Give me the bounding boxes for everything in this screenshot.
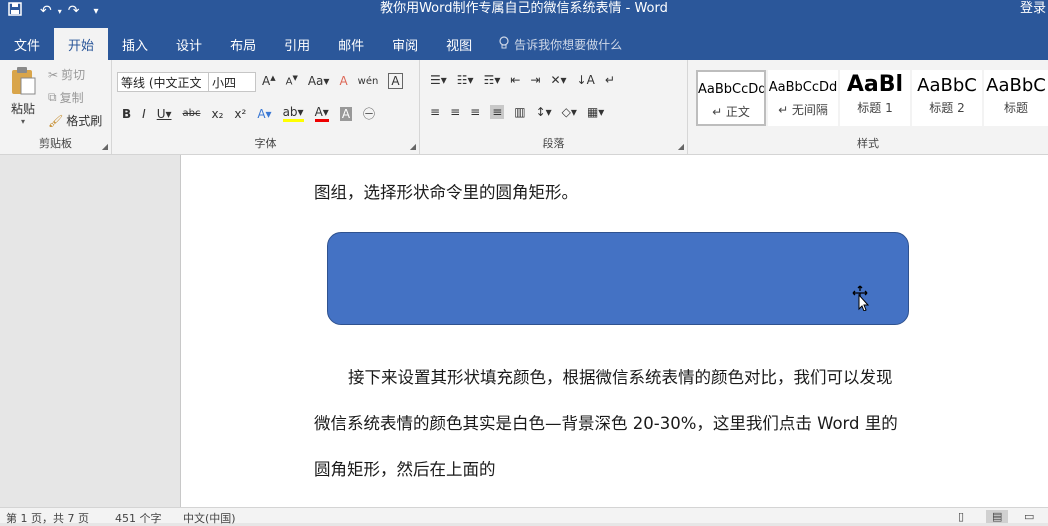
style-heading-2[interactable]: AaBbC 标题 2 (912, 70, 982, 126)
tab-view[interactable]: 视图 (432, 28, 486, 60)
font-size-combo[interactable]: 小四 (208, 72, 256, 92)
cut-button[interactable]: ✂ 剪切 (48, 66, 85, 83)
styles-group-label: 样式 (857, 137, 879, 150)
underline-icon[interactable]: U▾ (157, 107, 172, 121)
style-no-spacing[interactable]: AaBbCcDd ↵ 无间隔 (768, 70, 838, 126)
clipboard-group: 粘贴 ▾ ✂ 剪切 ⧉ 复制 🖌 格式刷 剪贴板 ◢ (0, 60, 112, 154)
doc-line-2: 接下来设置其形状填充颜色，根据微信系统表情的颜色对比，我们可以发现 (348, 368, 893, 387)
justify-icon[interactable]: ≡ (490, 105, 505, 119)
paste-button[interactable]: 粘贴 ▾ (6, 66, 40, 130)
character-border-icon[interactable]: A (388, 73, 403, 89)
font-launcher-icon[interactable]: ◢ (410, 142, 416, 151)
page-count[interactable]: 第 1 页，共 7 页 (6, 510, 89, 526)
word-count[interactable]: 451 个字 (115, 510, 162, 526)
font-top-row: A▲ A▼ Aa▾ A wén A (262, 73, 403, 89)
font-name-combo[interactable]: 等线 (中文正文 (117, 72, 211, 92)
tell-me-text: 告诉我你想要做什么 (514, 37, 623, 52)
paragraph-bottom-row: ≡ ≡ ≡ ≡ ▥ ↕▾ ◇▾ ▦▾ (430, 105, 604, 119)
tab-review[interactable]: 审阅 (378, 28, 432, 60)
clipboard-group-label: 剪贴板 (39, 137, 72, 150)
bold-icon[interactable]: B (122, 107, 131, 121)
align-center-icon[interactable]: ≡ (450, 105, 460, 119)
highlight-icon[interactable]: ab▾ (282, 105, 304, 122)
clear-formatting-icon[interactable]: A (339, 74, 347, 88)
italic-icon[interactable]: I (142, 107, 146, 121)
language-indicator[interactable]: 中文(中国) (183, 510, 236, 526)
login-link[interactable]: 登录 (1020, 0, 1046, 18)
lightbulb-icon (498, 35, 510, 53)
superscript-icon[interactable]: x² (234, 107, 246, 121)
line-spacing-icon[interactable]: ↕▾ (536, 105, 552, 119)
print-layout-icon[interactable]: ▤ (986, 510, 1009, 523)
font-group-label: 字体 (254, 137, 277, 150)
numbering-icon[interactable]: ☷▾ (457, 73, 474, 87)
text-effects-icon[interactable]: A▾ (257, 107, 271, 121)
borders-icon[interactable]: ▦▾ (587, 105, 604, 119)
doc-line-1: 图组，选择形状命令里的圆角矩形。 (314, 183, 578, 202)
clipboard-launcher-icon[interactable]: ◢ (102, 142, 108, 151)
tab-insert[interactable]: 插入 (108, 28, 162, 60)
scissors-icon: ✂ (48, 67, 59, 82)
copy-button[interactable]: ⧉ 复制 (48, 89, 84, 106)
status-bar: 第 1 页，共 7 页 451 个字 中文(中国) ▯ ▤ ▭ (0, 507, 1048, 526)
distributed-icon[interactable]: ▥ (514, 105, 525, 119)
character-shading-icon[interactable]: A (339, 106, 353, 121)
title-bar: ↶ ▾ ↷ ▾ 教你用Word制作专属自己的微信系统表情 - Word 登录 (0, 0, 1048, 28)
change-case-icon[interactable]: Aa▾ (308, 74, 330, 88)
shading-icon[interactable]: ◇▾ (562, 105, 577, 119)
font-color-icon[interactable]: A▾ (314, 105, 329, 122)
clipboard-icon (9, 67, 37, 100)
paragraph-launcher-icon[interactable]: ◢ (678, 142, 684, 151)
paragraph-top-row: ☰▾ ☷▾ ☶▾ ⇤ ⇥ ✕▾ ↓A ↵ (430, 73, 615, 87)
font-group: 等线 (中文正文 小四 A▲ A▼ Aa▾ A wén A B I U▾ abc… (112, 60, 420, 154)
style-normal[interactable]: AaBbCcDd ↵ 正文 (696, 70, 766, 126)
web-layout-icon[interactable]: ▭ (1024, 510, 1034, 523)
tab-home[interactable]: 开始 (54, 28, 109, 60)
tell-me-box[interactable]: 告诉我你想要做什么 (486, 28, 622, 60)
style-heading-1[interactable]: AaBl 标题 1 (840, 70, 910, 126)
decrease-indent-icon[interactable]: ⇤ (510, 73, 520, 87)
ribbon-tabs: 文件 开始 插入 设计 布局 引用 邮件 审阅 视图 告诉我你想要做什么 (0, 28, 1048, 60)
paste-dropdown-icon[interactable]: ▾ (6, 117, 40, 126)
font-bottom-row: B I U▾ abc x₂ x² A▾ ab▾ A▾ A ㊀ (122, 105, 375, 122)
paragraph-group-label: 段落 (542, 137, 565, 150)
asian-layout-icon[interactable]: ✕▾ (550, 73, 566, 87)
rounded-rectangle-shape[interactable] (327, 232, 909, 325)
bullets-icon[interactable]: ☰▾ (430, 73, 447, 87)
show-marks-icon[interactable]: ↵ (605, 73, 615, 87)
tab-file[interactable]: 文件 (0, 28, 54, 60)
enclose-characters-icon[interactable]: ㊀ (363, 105, 375, 122)
subscript-icon[interactable]: x₂ (212, 107, 224, 121)
paragraph-group: ☰▾ ☷▾ ☶▾ ⇤ ⇥ ✕▾ ↓A ↵ ≡ ≡ ≡ ≡ ▥ ↕▾ ◇▾ ▦▾ … (420, 60, 688, 154)
shrink-font-icon[interactable]: A▼ (286, 74, 298, 87)
read-mode-icon[interactable]: ▯ (958, 510, 964, 523)
styles-group: AaBbCcDd ↵ 正文 AaBbCcDd ↵ 无间隔 AaBl 标题 1 A… (688, 60, 1048, 154)
ribbon: 粘贴 ▾ ✂ 剪切 ⧉ 复制 🖌 格式刷 剪贴板 ◢ 等线 (中文正文 小四 A▲ A… (0, 60, 1048, 155)
format-painter-button[interactable]: 🖌 格式刷 (48, 112, 102, 129)
style-title[interactable]: AaBbC 标题 (984, 70, 1048, 126)
document-area: 图组，选择形状命令里的圆角矩形。 接下来设置其形状填充颜色，根据微信系统表情的颜… (0, 155, 1048, 507)
increase-indent-icon[interactable]: ⇥ (530, 73, 540, 87)
tab-references[interactable]: 引用 (270, 28, 324, 60)
move-cursor-icon (851, 285, 873, 315)
align-right-icon[interactable]: ≡ (470, 105, 480, 119)
grow-font-icon[interactable]: A▲ (262, 74, 276, 88)
doc-line-3: 微信系统表情的颜色其实是白色—背景深色 20-30%，这里我们点击 Word 里… (314, 414, 898, 433)
phonetic-guide-icon[interactable]: wén (358, 76, 379, 87)
paintbrush-icon: 🖌 (48, 113, 64, 128)
copy-icon: ⧉ (48, 90, 57, 104)
tab-design[interactable]: 设计 (162, 28, 216, 60)
strikethrough-icon[interactable]: abc (183, 108, 201, 119)
paste-label: 粘贴 (10, 102, 35, 116)
document-page[interactable]: 图组，选择形状命令里的圆角矩形。 接下来设置其形状填充颜色，根据微信系统表情的颜… (180, 155, 1048, 507)
window-title: 教你用Word制作专属自己的微信系统表情 - Word (380, 1, 668, 16)
sort-icon[interactable]: ↓A (577, 73, 595, 87)
doc-line-4: 圆角矩形，然后在上面的 (314, 460, 496, 479)
multilevel-list-icon[interactable]: ☶▾ (484, 73, 501, 87)
tab-layout[interactable]: 布局 (216, 28, 270, 60)
tab-mailings[interactable]: 邮件 (324, 28, 378, 60)
align-left-icon[interactable]: ≡ (430, 105, 440, 119)
